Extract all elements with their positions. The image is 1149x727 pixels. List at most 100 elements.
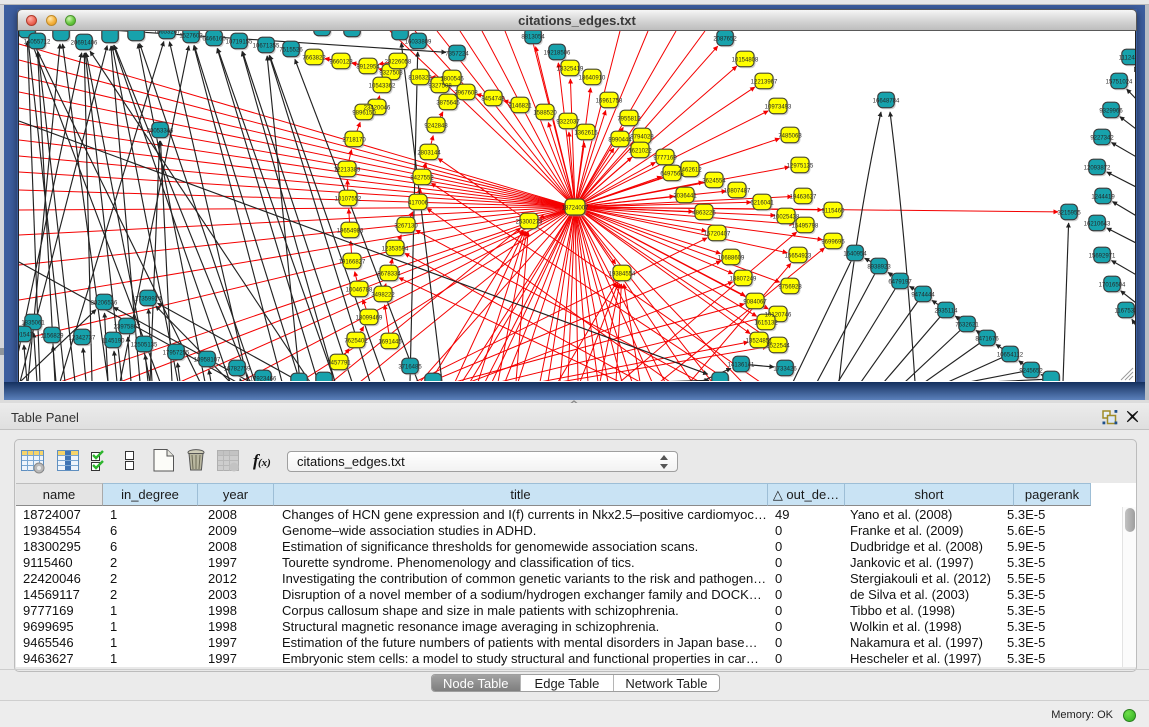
svg-text:8454749: 8454749 [481, 97, 505, 103]
svg-text:13325419: 13325419 [557, 67, 584, 73]
svg-text:7485063: 7485063 [778, 134, 802, 140]
svg-text:9699695: 9699695 [821, 240, 845, 246]
svg-text:9457791: 9457791 [327, 361, 351, 367]
svg-text:16782759: 16782759 [224, 367, 251, 373]
svg-text:18640910: 18640910 [579, 76, 606, 82]
svg-text:9146821: 9146821 [508, 104, 532, 110]
svg-text:15495798: 15495798 [792, 224, 819, 230]
svg-text:7632621: 7632621 [955, 323, 979, 329]
svg-text:1527602: 1527602 [179, 34, 203, 40]
svg-text:12093872: 12093872 [1084, 166, 1111, 172]
svg-text:15692971: 15692971 [1089, 254, 1116, 260]
svg-text:9115460: 9115460 [822, 209, 846, 215]
svg-text:6466160: 6466160 [202, 37, 226, 43]
svg-text:19384554: 19384554 [609, 272, 636, 278]
svg-text:6479197: 6479197 [888, 280, 912, 286]
svg-text:10046788: 10046788 [346, 288, 373, 294]
svg-text:9660123: 9660123 [329, 60, 353, 66]
svg-text:16210643: 16210643 [1084, 222, 1111, 228]
svg-text:10958107: 10958107 [194, 358, 221, 364]
svg-text:10543362: 10543362 [369, 84, 396, 90]
svg-text:15720407: 15720407 [704, 232, 731, 238]
svg-text:1145190: 1145190 [102, 339, 126, 345]
svg-text:2803144: 2803144 [417, 151, 441, 157]
svg-text:1800546: 1800546 [440, 77, 464, 83]
svg-text:2935114: 2935114 [935, 309, 959, 315]
svg-text:10107552: 10107552 [335, 197, 362, 203]
svg-text:8678334: 8678334 [377, 272, 401, 278]
svg-text:2087652: 2087652 [713, 37, 737, 43]
svg-text:9322037: 9322037 [556, 120, 580, 126]
svg-text:9756928: 9756928 [778, 285, 802, 291]
svg-text:15751024: 15751024 [1106, 80, 1133, 86]
svg-text:1691445: 1691445 [378, 340, 402, 346]
svg-text:8938923: 8938923 [867, 265, 891, 271]
svg-text:19166827: 19166827 [339, 260, 366, 266]
svg-text:8990444: 8990444 [608, 138, 632, 144]
svg-text:20053346: 20053346 [147, 129, 174, 135]
svg-text:10688609: 10688609 [718, 256, 745, 262]
svg-text:23226058: 23226058 [385, 60, 412, 66]
svg-text:9242848: 9242848 [424, 124, 448, 130]
svg-text:8427552: 8427552 [410, 176, 434, 182]
svg-text:19654983: 19654983 [337, 229, 364, 235]
svg-text:12213389: 12213389 [334, 168, 361, 174]
svg-text:19218506: 19218506 [544, 51, 571, 57]
svg-text:7955812: 7955812 [617, 117, 641, 123]
svg-text:1244419: 1244419 [1091, 195, 1115, 201]
svg-text:1621022: 1621022 [628, 149, 652, 155]
svg-text:7462612: 7462612 [678, 168, 702, 174]
svg-text:4863226: 4863226 [692, 211, 716, 217]
svg-text:10654112: 10654112 [997, 353, 1024, 359]
svg-text:2967608: 2967608 [454, 91, 478, 97]
svg-text:7515526: 7515526 [279, 48, 303, 54]
svg-text:1615132: 1615132 [754, 321, 778, 327]
svg-text:23975867: 23975867 [114, 325, 141, 331]
svg-text:8813054: 8813054 [521, 35, 545, 41]
svg-text:14136141: 14136141 [728, 363, 755, 369]
svg-text:14055712: 14055712 [24, 40, 51, 46]
svg-text:10120746: 10120746 [765, 313, 792, 319]
svg-text:9794028: 9794028 [630, 135, 654, 141]
svg-text:2522544: 2522544 [766, 344, 790, 350]
svg-text:1112480: 1112480 [1119, 56, 1135, 62]
svg-text:9084067: 9084067 [743, 300, 767, 306]
svg-text:12975135: 12975135 [787, 164, 814, 170]
svg-text:7663822: 7663822 [302, 56, 326, 62]
svg-text:18807249: 18807249 [730, 277, 757, 283]
svg-text:3498222: 3498222 [371, 293, 395, 299]
svg-text:6216041: 6216041 [750, 201, 774, 207]
svg-text:10154808: 10154808 [732, 58, 759, 64]
svg-text:3875645: 3875645 [436, 101, 460, 107]
svg-text:9896150: 9896150 [352, 111, 376, 117]
svg-text:9327503: 9327503 [379, 71, 403, 77]
svg-text:12342737: 12342737 [69, 336, 96, 342]
svg-text:7625402: 7625402 [344, 339, 368, 345]
svg-text:10807487: 10807487 [724, 189, 751, 195]
svg-text:3215955: 3215955 [1057, 211, 1081, 217]
svg-text:3716485: 3716485 [398, 365, 422, 371]
svg-text:391547: 391547 [19, 333, 34, 339]
svg-text:10025438: 10025438 [773, 215, 800, 221]
svg-text:17016504: 17016504 [1099, 283, 1126, 289]
svg-text:10719155: 10719155 [226, 40, 253, 46]
svg-text:9474444: 9474444 [911, 293, 935, 299]
svg-text:25300273: 25300273 [516, 220, 543, 226]
svg-text:12353594: 12353594 [382, 247, 409, 253]
svg-text:16648784: 16648784 [873, 99, 900, 105]
svg-text:1835061: 1835061 [21, 321, 45, 327]
svg-text:8471676: 8471676 [975, 337, 999, 343]
svg-text:1156829: 1156829 [41, 334, 65, 340]
svg-text:16961758: 16961758 [596, 99, 623, 105]
svg-text:17957255: 17957255 [163, 351, 190, 357]
svg-text:417006: 417006 [408, 201, 429, 207]
svg-text:9245652: 9245652 [1019, 369, 1043, 375]
svg-text:9227342: 9227342 [1090, 136, 1114, 142]
svg-text:1640954: 1640954 [843, 252, 867, 258]
svg-text:10653267: 10653267 [154, 31, 181, 36]
svg-text:2036441: 2036441 [673, 194, 697, 200]
svg-text:18099469: 18099469 [356, 316, 383, 322]
svg-text:17923466: 17923466 [250, 377, 277, 382]
svg-text:7357224: 7357224 [445, 52, 469, 58]
svg-text:10671355: 10671355 [253, 44, 280, 50]
